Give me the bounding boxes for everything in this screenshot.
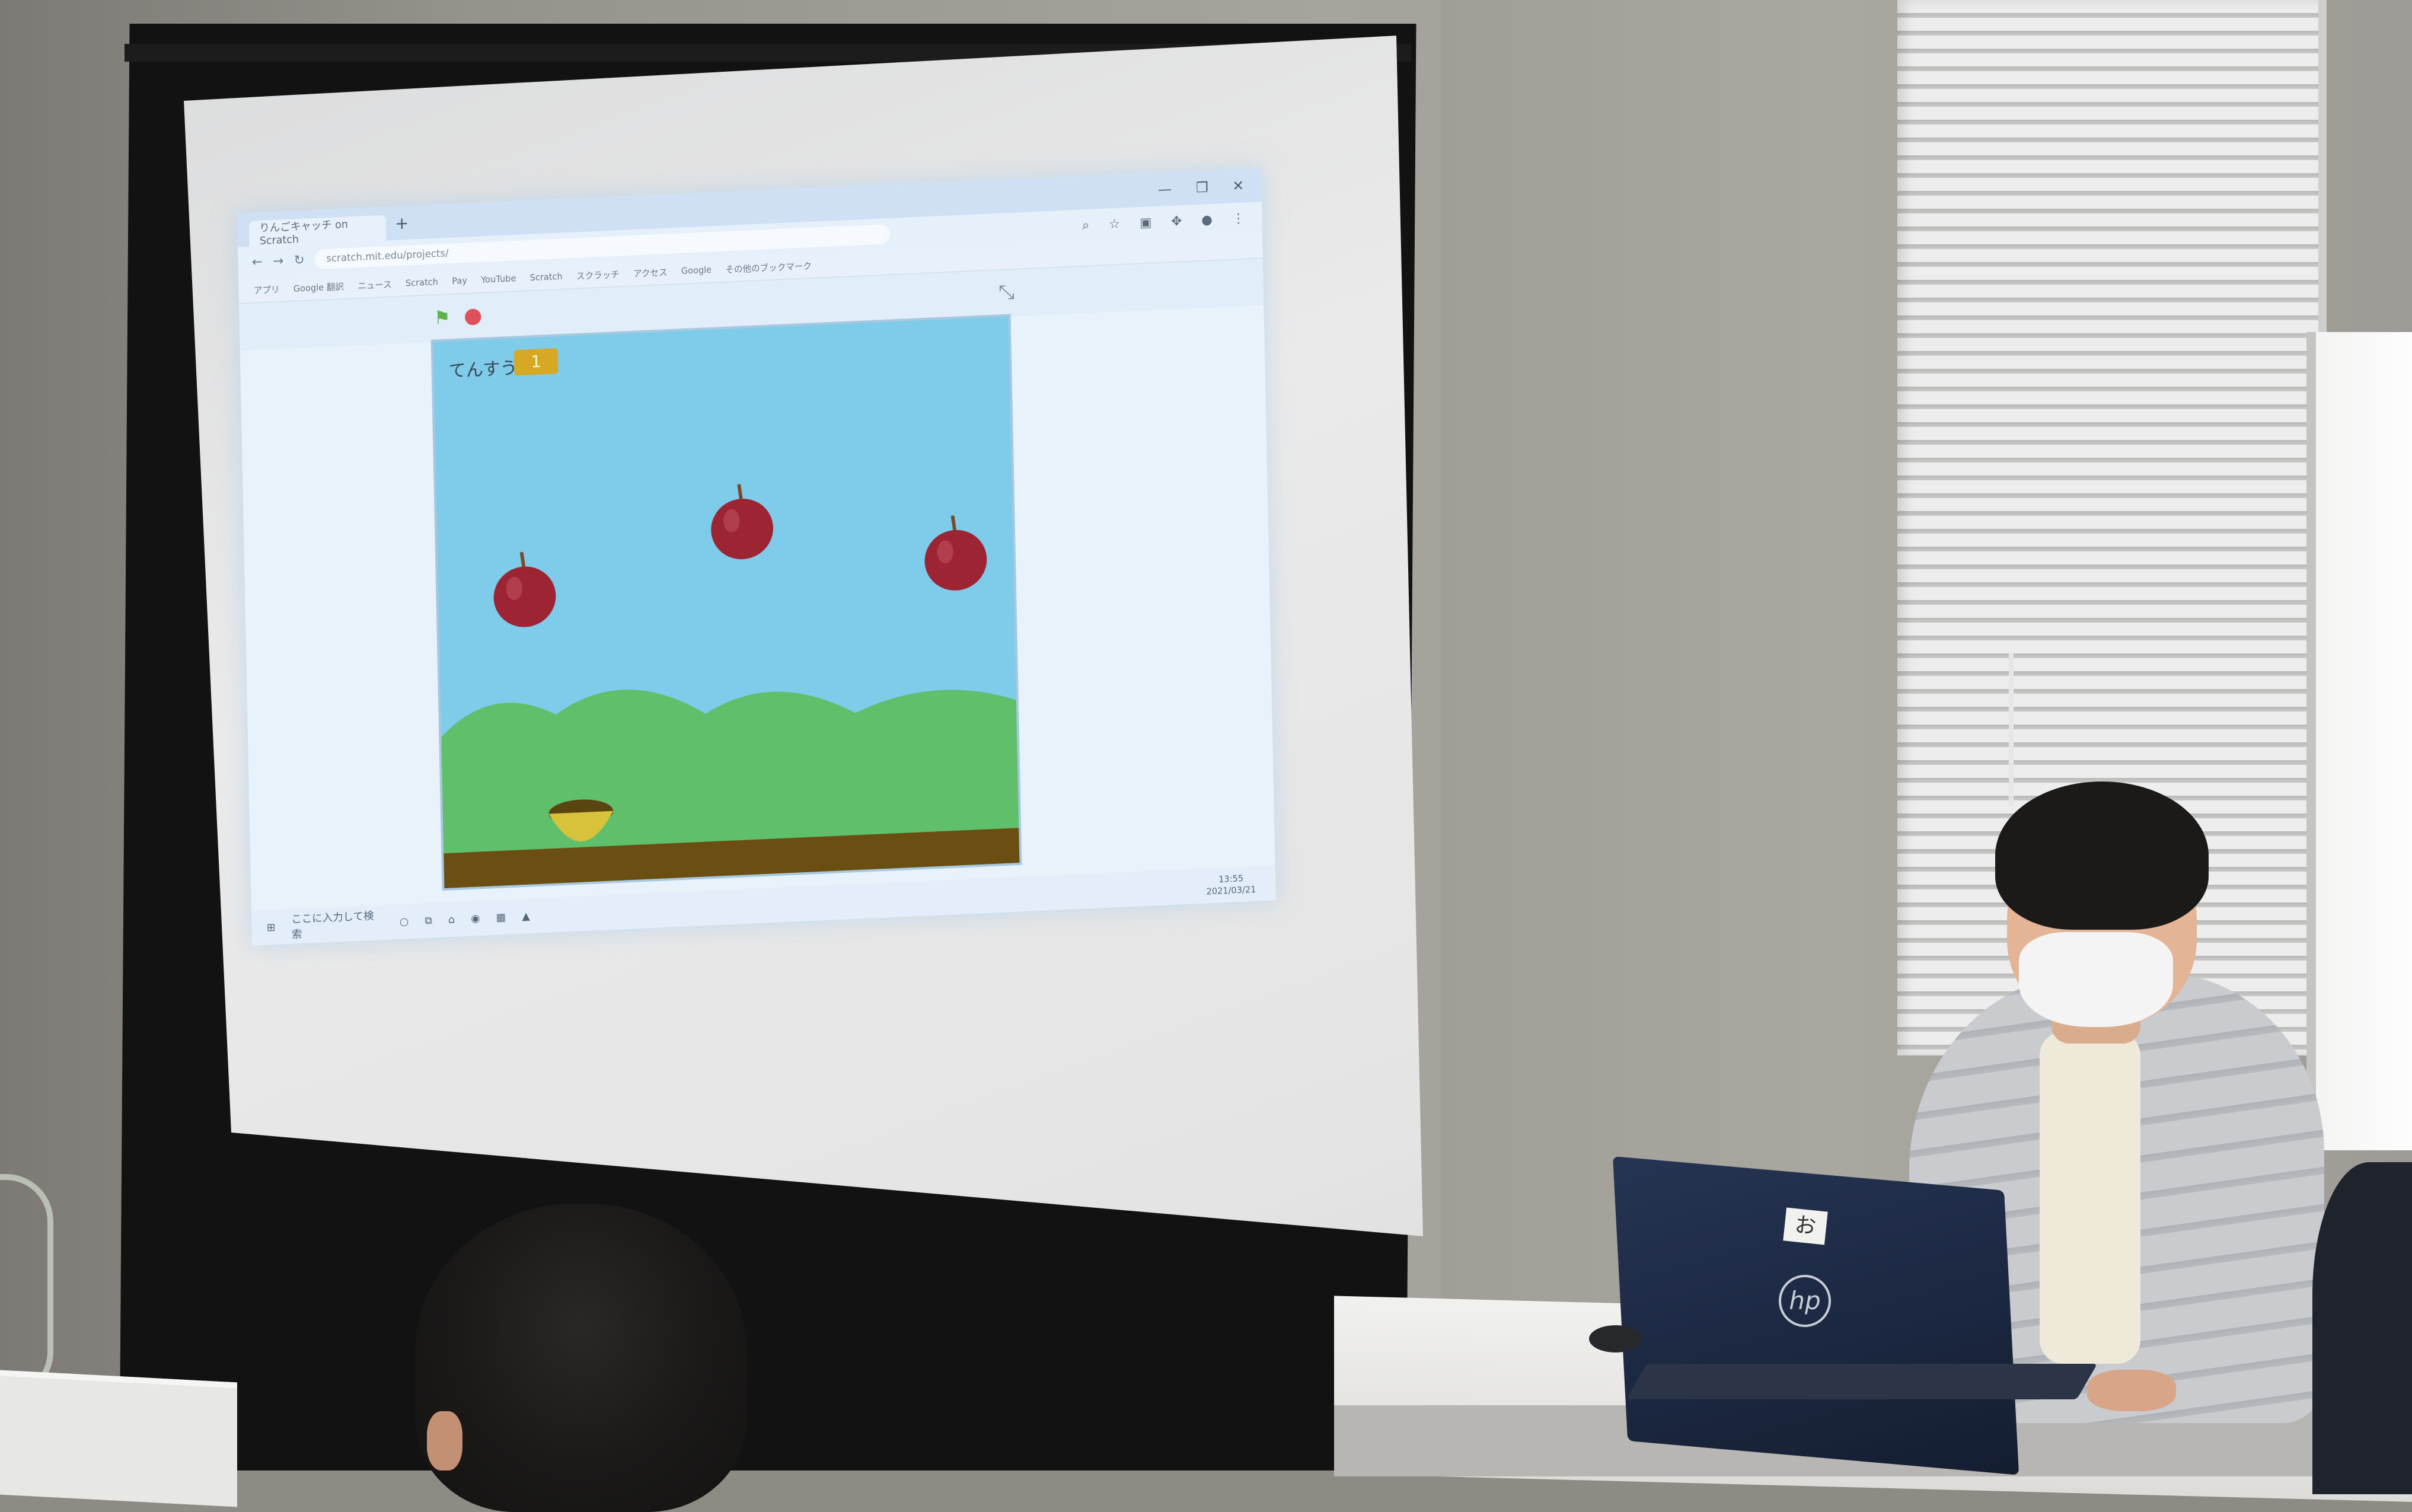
close-icon[interactable]: ✕ bbox=[1232, 177, 1244, 194]
person-edge-right bbox=[2312, 1162, 2412, 1494]
face-mask bbox=[2019, 932, 2173, 1027]
bookmark-item[interactable]: Google bbox=[681, 264, 712, 276]
bookmark-item[interactable]: その他のブックマーク bbox=[725, 259, 812, 275]
bookmark-item[interactable]: Scratch bbox=[406, 277, 438, 289]
presenter-hand bbox=[2087, 1370, 2176, 1411]
clock-date: 2021/03/21 bbox=[1206, 884, 1256, 897]
reload-icon[interactable]: ↻ bbox=[293, 253, 304, 267]
bookmark-item[interactable]: YouTube bbox=[481, 273, 516, 285]
profile-avatar[interactable]: ● bbox=[1201, 212, 1213, 227]
window-controls: — ❐ ✕ bbox=[1158, 177, 1262, 197]
bookmark-item[interactable]: Pay bbox=[452, 275, 467, 286]
blinds-cord bbox=[2009, 652, 2014, 806]
tab-title: りんごキャッチ on Scratch bbox=[259, 218, 349, 247]
star-icon[interactable]: ☆ bbox=[1109, 216, 1121, 231]
laptop-name-sticker: お bbox=[1783, 1207, 1828, 1245]
browser-tab[interactable]: りんごキャッチ on Scratch bbox=[248, 215, 387, 247]
taskbar-clock[interactable]: 13:55 2021/03/21 bbox=[1206, 870, 1276, 897]
cable bbox=[0, 1174, 53, 1399]
taskbar-search[interactable]: ここに入力して検索 bbox=[291, 907, 384, 942]
apple-sprite[interactable] bbox=[707, 478, 777, 562]
whiteboard bbox=[2306, 332, 2412, 1150]
desk-left bbox=[0, 1369, 237, 1507]
apple-sprite[interactable] bbox=[920, 509, 991, 594]
bookmark-item[interactable]: アプリ bbox=[254, 283, 280, 296]
scratch-stage[interactable]: てんすう 1 bbox=[430, 314, 1022, 891]
task-view-icon[interactable]: ⧉ bbox=[425, 914, 432, 927]
bookmark-item[interactable]: ニュース bbox=[358, 278, 392, 292]
chrome-icon[interactable]: ◉ bbox=[471, 912, 480, 924]
store-icon[interactable]: ▦ bbox=[496, 911, 506, 923]
score-label: てんすう bbox=[448, 358, 518, 382]
bookmark-item[interactable]: アクセス bbox=[633, 266, 668, 279]
maximize-icon[interactable]: ❐ bbox=[1196, 179, 1208, 196]
bookmark-item[interactable]: Scratch bbox=[529, 271, 562, 283]
hp-logo-icon: hp bbox=[1779, 1275, 1831, 1327]
apple-sprite[interactable] bbox=[489, 546, 560, 630]
exit-fullscreen-icon[interactable]: ⤡ bbox=[998, 280, 1014, 304]
score-value: 1 bbox=[513, 348, 559, 376]
new-tab-icon[interactable]: + bbox=[395, 213, 409, 232]
menu-icon[interactable]: ⋮ bbox=[1232, 211, 1245, 226]
url-text: scratch.mit.edu/projects/ bbox=[326, 247, 449, 265]
green-flag-icon[interactable]: ⚑ bbox=[433, 306, 455, 330]
extension-icon[interactable]: ▣ bbox=[1140, 215, 1152, 230]
laptop-base bbox=[1626, 1364, 2098, 1399]
acrobat-icon[interactable]: ▲ bbox=[522, 910, 530, 922]
audience-head bbox=[415, 1204, 747, 1512]
puzzle-icon[interactable]: ✥ bbox=[1171, 213, 1182, 228]
audience-ear bbox=[427, 1411, 462, 1470]
presenter-hair bbox=[1995, 781, 2209, 930]
forward-icon[interactable]: → bbox=[273, 254, 283, 269]
extensions-area: ⌕ ☆ ▣ ✥ ● ⋮ bbox=[1082, 210, 1262, 233]
search-icon[interactable]: ⌕ bbox=[1082, 218, 1089, 232]
minimize-icon[interactable]: — bbox=[1158, 181, 1172, 197]
bookmark-item[interactable]: Google 翻訳 bbox=[293, 280, 344, 294]
stop-icon[interactable] bbox=[464, 308, 481, 326]
cortana-icon[interactable]: ○ bbox=[400, 915, 409, 927]
projected-browser-window: りんごキャッチ on Scratch + — ❐ ✕ ← → ↻ scratch… bbox=[237, 168, 1276, 946]
bookmark-item[interactable]: スクラッチ bbox=[576, 268, 620, 282]
windows-start-icon[interactable]: ⊞ bbox=[267, 921, 276, 933]
basket-sprite[interactable] bbox=[546, 793, 616, 854]
presenter-shirt bbox=[2040, 1032, 2140, 1364]
lock-app-icon[interactable]: ⌂ bbox=[448, 913, 455, 926]
back-icon[interactable]: ← bbox=[252, 254, 263, 269]
computer-mouse bbox=[1589, 1325, 1642, 1352]
